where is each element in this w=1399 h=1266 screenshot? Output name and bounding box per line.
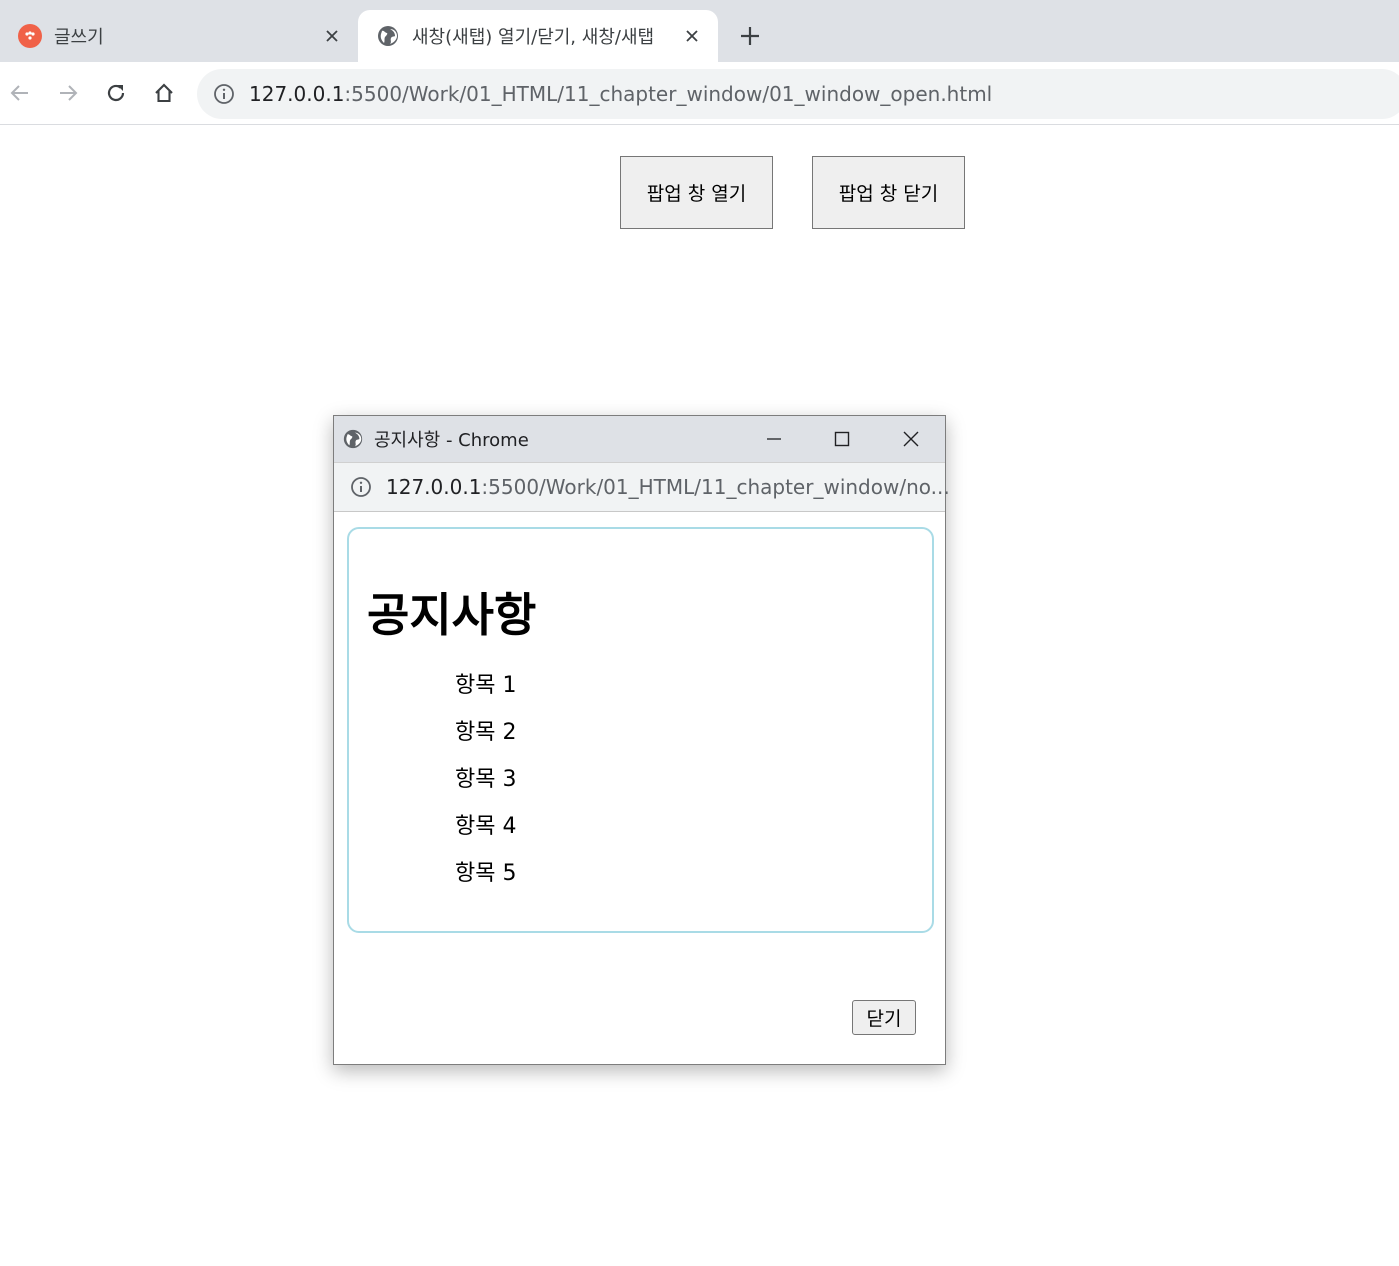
window-close-button[interactable] (877, 416, 945, 462)
url-path: :5500/Work/01_HTML/11_chapter_window/no.… (481, 475, 950, 499)
daum-logo-icon (18, 24, 42, 48)
url-host: 127.0.0.1 (249, 82, 345, 106)
close-icon (903, 431, 919, 447)
url-path: :5500/Work/01_HTML/11_chapter_window/01_… (344, 82, 993, 106)
list-item: 항목 4 (455, 814, 517, 839)
notice-box: 공지사항 항목 1 항목 2 항목 3 항목 4 항목 5 (347, 527, 934, 933)
popup-address-bar[interactable]: 127.0.0.1:5500/Work/01_HTML/11_chapter_w… (334, 462, 950, 512)
arrow-right-icon (60, 85, 78, 101)
list-item: 항목 1 (455, 673, 517, 698)
url-text: 127.0.0.1:5500/Work/01_HTML/11_chapter_w… (249, 82, 992, 106)
maximize-button[interactable] (808, 416, 876, 462)
tab-window-open[interactable]: 새창(새탭) 열기/닫기, 새창/새탭 (358, 10, 718, 62)
list-item: 항목 5 (455, 861, 517, 886)
forward-button[interactable] (54, 79, 82, 107)
popup-window-title: 공지사항 - Chrome (374, 430, 529, 451)
tab-strip: 글쓰기 새창(새탭) 열기/닫기, 새창/새탭 (0, 0, 1399, 62)
list-item: 항목 3 (455, 767, 517, 792)
close-popup-button[interactable]: 팝업 창 닫기 (812, 156, 965, 229)
list-item: 항목 2 (455, 720, 517, 745)
notice-heading: 공지사항 (367, 588, 537, 642)
globe-icon (342, 428, 364, 450)
popup-url-text: 127.0.0.1:5500/Work/01_HTML/11_chapter_w… (386, 475, 950, 499)
url-host: 127.0.0.1 (386, 475, 482, 499)
info-icon[interactable] (350, 476, 372, 498)
notice-list: 항목 1 항목 2 항목 3 항목 4 항목 5 (455, 671, 516, 906)
popup-close-button[interactable]: 닫기 (852, 1000, 916, 1035)
globe-icon (376, 24, 400, 48)
back-button[interactable] (6, 79, 34, 107)
address-bar[interactable]: 127.0.0.1:5500/Work/01_HTML/11_chapter_w… (197, 69, 1399, 119)
popup-title-bar[interactable]: 공지사항 - Chrome (334, 416, 945, 462)
info-icon[interactable] (213, 83, 235, 105)
home-icon (155, 83, 173, 103)
minimize-icon (767, 438, 781, 440)
plus-icon (741, 27, 759, 45)
tab-title: 새창(새탭) 열기/닫기, 새창/새탭 (412, 27, 655, 48)
close-icon[interactable] (320, 24, 344, 48)
reload-icon (107, 84, 125, 102)
open-popup-button[interactable]: 팝업 창 열기 (620, 156, 773, 229)
new-tab-button[interactable] (736, 22, 764, 50)
home-button[interactable] (150, 79, 178, 107)
close-icon[interactable] (680, 24, 704, 48)
arrow-left-icon (10, 85, 28, 101)
tab-write[interactable]: 글쓰기 (0, 10, 358, 62)
minimize-button[interactable] (740, 416, 808, 462)
tab-title: 글쓰기 (54, 27, 104, 48)
reload-button[interactable] (102, 79, 130, 107)
popup-window: 공지사항 - Chrome 127.0.0.1:5500/Work/01_HTM… (333, 415, 950, 1065)
maximize-icon (834, 431, 850, 447)
browser-toolbar: 127.0.0.1:5500/Work/01_HTML/11_chapter_w… (0, 62, 1399, 125)
